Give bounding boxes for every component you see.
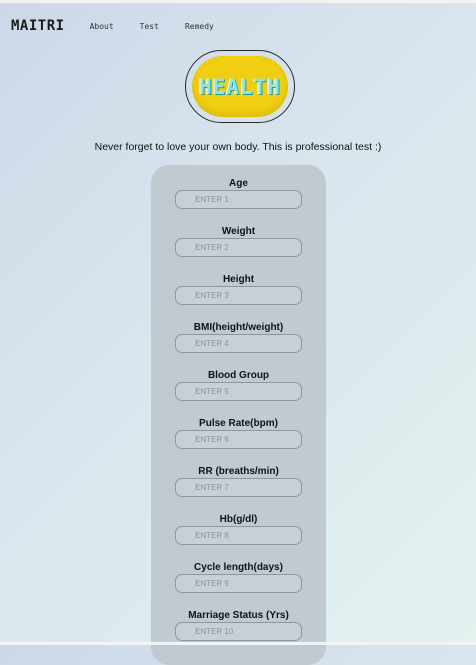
field-marriage-status: Marriage Status (Yrs) [151, 610, 326, 641]
nav-link-about[interactable]: About [90, 22, 114, 31]
top-edge [0, 0, 476, 3]
field-height: Height [151, 274, 326, 305]
navbar: MAITRI About Test Remedy [11, 18, 214, 34]
pulse-rate-input[interactable] [175, 430, 302, 449]
field-label: Weight [221, 226, 256, 237]
field-pulse-rate: Pulse Rate(bpm) [151, 418, 326, 449]
field-weight: Weight [151, 226, 326, 257]
age-input[interactable] [175, 190, 302, 209]
height-input[interactable] [175, 286, 302, 305]
cycle-length-input[interactable] [175, 574, 302, 593]
respiratory-rate-input[interactable] [175, 478, 302, 497]
marriage-status-input[interactable] [175, 622, 302, 641]
hemoglobin-input[interactable] [175, 526, 302, 545]
field-label: Pulse Rate(bpm) [199, 418, 278, 429]
health-logo-text: HEALTH [199, 74, 281, 99]
field-label: BMI(height/weight) [193, 322, 284, 333]
health-logo-badge: HEALTH [192, 56, 288, 117]
field-label: Marriage Status (Yrs) [188, 610, 289, 621]
weight-input[interactable] [175, 238, 302, 257]
field-blood-group: Blood Group [151, 370, 326, 401]
tagline: Never forget to love your own body. This… [94, 141, 382, 153]
field-label: Age [229, 178, 248, 189]
bmi-input[interactable] [175, 334, 302, 353]
nav-link-test[interactable]: Test [140, 22, 159, 31]
health-logo: HEALTH [185, 50, 295, 123]
field-label: Cycle length(days) [194, 562, 283, 573]
field-label: Height [222, 274, 255, 285]
field-age: Age [151, 178, 326, 209]
field-label: Blood Group [207, 370, 270, 381]
blood-group-input[interactable] [175, 382, 302, 401]
health-form: Age Weight Height BMI(height/weight) Blo… [151, 165, 326, 665]
field-respiratory-rate: RR (breaths/min) [151, 466, 326, 497]
brand-logo-link[interactable]: MAITRI [11, 18, 65, 34]
nav-link-remedy[interactable]: Remedy [185, 22, 214, 31]
field-hemoglobin: Hb(g/dl) [151, 514, 326, 545]
field-bmi: BMI(height/weight) [151, 322, 326, 353]
field-cycle-length: Cycle length(days) [151, 562, 326, 593]
field-label: Hb(g/dl) [219, 514, 258, 525]
field-label: RR (breaths/min) [198, 466, 279, 477]
